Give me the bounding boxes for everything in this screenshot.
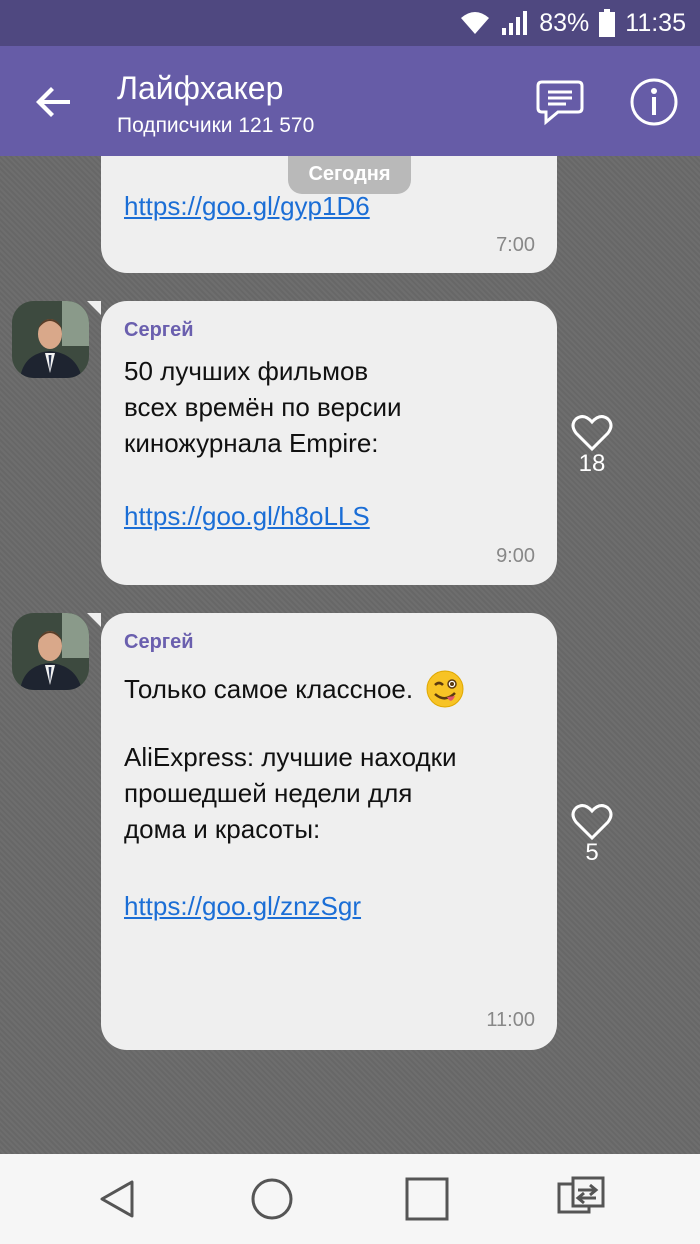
heart-icon: [571, 415, 613, 452]
back-button[interactable]: [30, 78, 78, 126]
wink-emoji-icon: [426, 670, 464, 708]
message-first-line: Только самое классное.: [124, 669, 465, 709]
subscriber-count: Подписчики 121 570: [117, 114, 315, 137]
wifi-icon: [461, 12, 490, 34]
message-link[interactable]: https://goo.gl/gyp1D6: [124, 191, 370, 222]
nav-recents-icon: [405, 1177, 449, 1221]
message-link[interactable]: https://goo.gl/h8oLLS: [124, 501, 370, 532]
date-separator: Сегодня: [288, 156, 411, 194]
nav-home-icon: [251, 1178, 293, 1220]
message-text: Только самое классное.: [124, 674, 414, 704]
like-button[interactable]: 18: [568, 414, 616, 478]
nav-back-button[interactable]: [94, 1174, 144, 1224]
chat-area[interactable]: https://goo.gl/gyp1D6 7:00 Сегодня Серге…: [0, 156, 700, 1154]
chat-button[interactable]: [534, 76, 586, 128]
info-icon: [630, 78, 678, 126]
message-text: 50 лучших фильмов всех времён по версии …: [124, 356, 402, 458]
avatar[interactable]: [12, 301, 89, 378]
nav-switch-button[interactable]: [556, 1174, 606, 1224]
message-time: 11:00: [486, 1009, 535, 1031]
avatar-photo: [12, 301, 89, 378]
battery-icon: [599, 9, 616, 37]
like-count: 18: [578, 450, 606, 477]
app-bar: Лайфхакер Подписчики 121 570: [0, 46, 700, 156]
message-text: AliExpress: лучшие находки прошедшей нед…: [124, 742, 457, 844]
info-button[interactable]: [628, 76, 680, 128]
nav-switch-icon: [557, 1176, 605, 1214]
nav-recents-button[interactable]: [402, 1174, 452, 1224]
chat-icon: [536, 80, 584, 126]
heart-icon: [571, 804, 613, 841]
message-bubble[interactable]: Сергей 50 лучших фильмов всех времён по …: [87, 301, 557, 585]
message-time: 9:00: [496, 545, 535, 567]
clock: 11:35: [625, 9, 686, 37]
like-button[interactable]: 5: [568, 803, 616, 867]
message-bubble[interactable]: Сергей Только самое классное. AliExpress…: [87, 613, 557, 1050]
nav-home-button[interactable]: [247, 1174, 297, 1224]
avatar-photo: [12, 613, 89, 690]
nav-back-icon: [100, 1180, 134, 1218]
battery-percent: 83%: [539, 9, 590, 37]
system-nav-bar: [0, 1154, 700, 1244]
signal-icon: [502, 11, 528, 35]
channel-title: Лайфхакер: [117, 70, 284, 106]
status-bar: 83% 11:35: [0, 0, 700, 46]
status-indicators: 83% 11:35: [459, 8, 686, 38]
like-count: 5: [585, 839, 599, 866]
back-arrow-icon: [36, 87, 70, 117]
sender-name: Сергей: [124, 319, 194, 341]
message-link[interactable]: https://goo.gl/znzSgr: [124, 891, 361, 922]
sender-name: Сергей: [124, 631, 194, 653]
message-time: 7:00: [496, 234, 535, 256]
avatar[interactable]: [12, 613, 89, 690]
